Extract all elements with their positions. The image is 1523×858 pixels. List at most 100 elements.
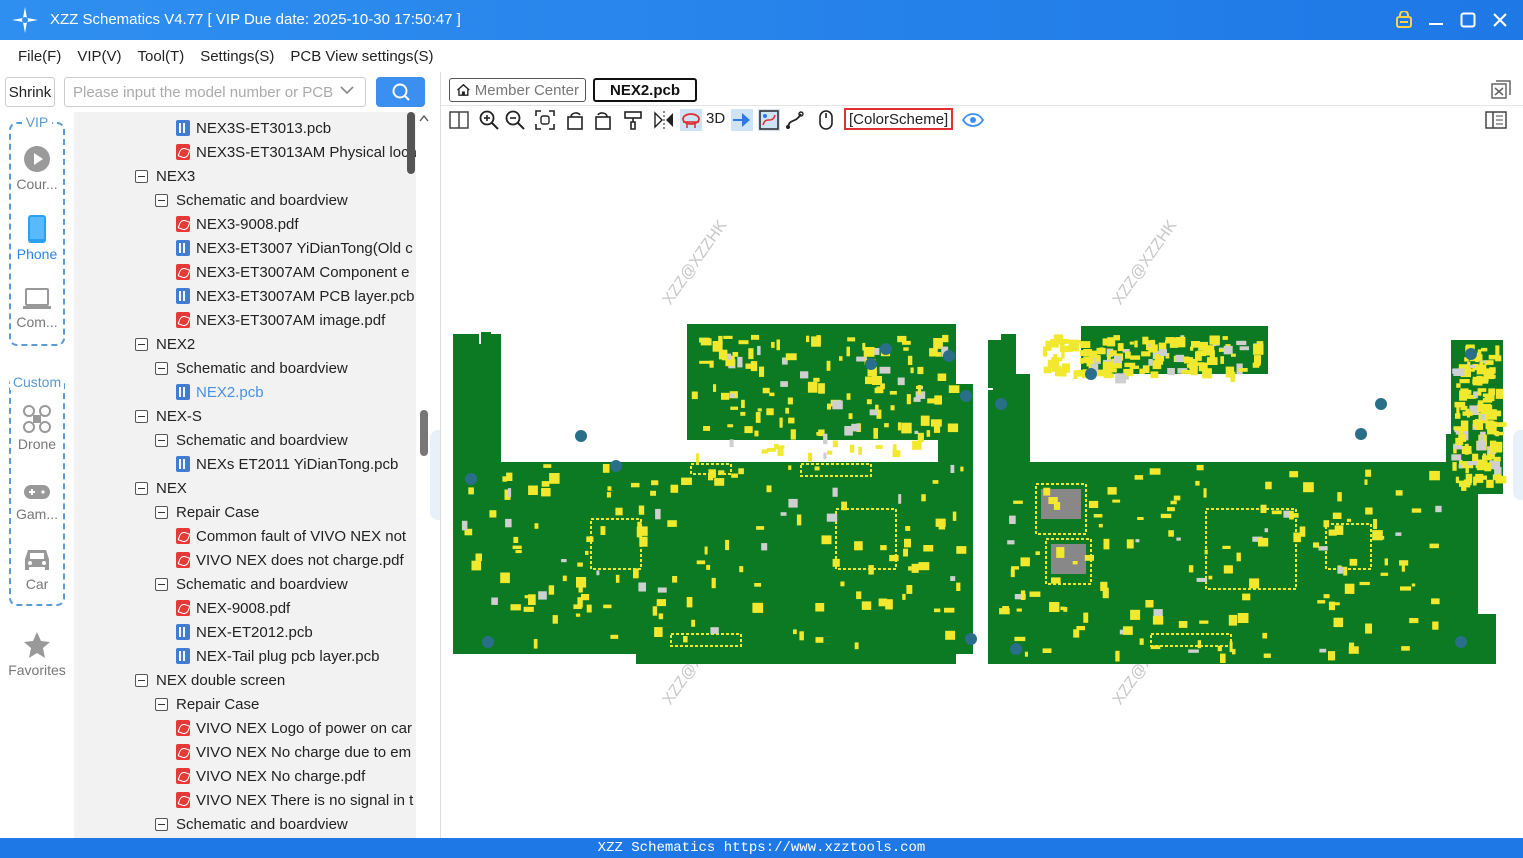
shrink-button[interactable]: Shrink bbox=[5, 77, 55, 107]
pcb-pad bbox=[1217, 645, 1222, 652]
minimize-button[interactable] bbox=[1425, 8, 1447, 32]
tree-file-item[interactable]: NEX3-ET3007AM PCB layer.pcb bbox=[176, 284, 414, 308]
pcb-mounting-hole bbox=[465, 473, 477, 485]
tree-folder-node[interactable]: Schematic and boardview bbox=[155, 428, 348, 452]
collapse-toggle-icon[interactable] bbox=[155, 697, 168, 711]
menu-pcb-view-settings[interactable]: PCB View settings(S) bbox=[282, 48, 441, 65]
pcb-board-view[interactable] bbox=[441, 134, 1523, 838]
tree-file-item[interactable]: NEX3-ET3007 YiDianTong(Old c bbox=[176, 236, 413, 260]
tree-file-item[interactable]: VIVO NEX does not charge.pdf bbox=[176, 548, 404, 572]
collapse-toggle-icon[interactable] bbox=[135, 169, 148, 183]
pcb-pad bbox=[1465, 473, 1473, 483]
collapse-toggle-icon[interactable] bbox=[155, 361, 168, 375]
menu-tool[interactable]: Tool(T) bbox=[130, 48, 193, 65]
collapse-toggle-icon[interactable] bbox=[155, 433, 168, 447]
eye-icon[interactable] bbox=[962, 109, 984, 131]
split-view-icon[interactable] bbox=[448, 109, 470, 131]
tree-file-item[interactable]: VIVO NEX There is no signal in t bbox=[176, 788, 413, 812]
pcb-canvas[interactable]: XZZ@XZZHK XZZ@XZZHK XZZ@XZZHK XZZ@XZZHK bbox=[441, 134, 1523, 838]
rail-item-game[interactable]: Gam... bbox=[0, 480, 74, 522]
tree-file-item[interactable]: NEXs ET2011 YiDianTong.pcb bbox=[176, 452, 398, 476]
tree-file-item[interactable]: NEX3S-ET3013.pcb bbox=[176, 116, 331, 140]
rail-item-computer[interactable]: Com... bbox=[0, 286, 74, 330]
fit-screen-icon[interactable] bbox=[534, 109, 556, 131]
tree-file-item[interactable]: VIVO NEX Logo of power on car bbox=[176, 716, 412, 740]
rail-item-favorites[interactable]: Favorites bbox=[0, 630, 74, 678]
rail-item-phone[interactable]: Phone bbox=[0, 214, 74, 262]
tree-folder-node[interactable]: NEX-S bbox=[135, 404, 202, 428]
pcb-file-icon bbox=[176, 288, 190, 304]
tree-file-item[interactable]: NEX2.pcb bbox=[176, 380, 264, 404]
mirror-icon[interactable] bbox=[653, 109, 675, 131]
collapse-toggle-icon[interactable] bbox=[155, 817, 168, 831]
tree-file-item[interactable]: NEX-9008.pdf bbox=[176, 596, 290, 620]
tree-folder-node[interactable]: Schematic and boardview bbox=[155, 812, 348, 836]
collapse-toggle-icon[interactable] bbox=[135, 673, 148, 687]
tree-file-item[interactable]: VIVO NEX No charge.pdf bbox=[176, 764, 365, 788]
collapse-right-panel-tab[interactable] bbox=[1513, 430, 1523, 500]
tree-folder-node[interactable]: NEX double screen bbox=[135, 668, 285, 692]
zoom-out-icon[interactable] bbox=[504, 109, 526, 131]
collapse-toggle-icon[interactable] bbox=[135, 337, 148, 351]
rotate-right-icon[interactable] bbox=[592, 109, 614, 131]
collapse-toggle-icon[interactable] bbox=[155, 193, 168, 207]
mouse-icon[interactable] bbox=[815, 109, 837, 131]
tree-file-item[interactable]: NEX3-9008.pdf bbox=[176, 212, 299, 236]
tree-folder-node[interactable]: Schematic and boardview bbox=[155, 356, 348, 380]
net-highlight-icon[interactable] bbox=[758, 109, 780, 131]
scroll-up-icon[interactable] bbox=[419, 114, 429, 122]
tree-folder-node[interactable]: NEX3 bbox=[135, 164, 195, 188]
tree-file-item[interactable]: NEX-Tail plug pcb layer.pcb bbox=[176, 644, 379, 668]
menu-file[interactable]: File(F) bbox=[10, 48, 69, 65]
pcb-pad bbox=[534, 523, 539, 529]
tree-file-item[interactable]: VIVO NEX No charge due to em bbox=[176, 740, 411, 764]
tree-folder-node[interactable]: Repair Case bbox=[155, 692, 259, 716]
tree-file-item[interactable]: NEX3-ET3007AM Component e bbox=[176, 260, 409, 284]
tree-file-item[interactable]: Common fault of VIVO NEX not bbox=[176, 524, 406, 548]
pcb-pad bbox=[1495, 355, 1502, 362]
tree-file-item[interactable]: NEX3-ET3007AM image.pdf bbox=[176, 308, 385, 332]
pcb-pad bbox=[1148, 359, 1153, 366]
tree-file-item[interactable]: NEX3S-ET3013AM Physical loca bbox=[176, 140, 416, 164]
tab-member-center[interactable]: Member Center bbox=[449, 78, 586, 102]
tree-folder-node[interactable]: NEX2 bbox=[135, 332, 195, 356]
3d-view-button[interactable]: 3D bbox=[706, 110, 725, 127]
pcb-pad bbox=[1083, 349, 1092, 357]
collapse-toggle-icon[interactable] bbox=[155, 577, 168, 591]
side-panel-toggle-icon[interactable] bbox=[1485, 109, 1507, 131]
tree-folder-node[interactable]: Schematic and boardview bbox=[155, 188, 348, 212]
rail-item-car[interactable]: Car bbox=[0, 546, 74, 592]
tree-file-item[interactable]: NEX-ET2012.pcb bbox=[176, 620, 313, 644]
collapse-toggle-icon[interactable] bbox=[135, 481, 148, 495]
zoom-in-icon[interactable] bbox=[478, 109, 500, 131]
tree-folder-node[interactable]: NEX bbox=[135, 476, 187, 500]
rail-item-courses[interactable]: Cour... bbox=[0, 144, 74, 192]
panel-splitter-handle[interactable] bbox=[420, 410, 428, 456]
menu-settings[interactable]: Settings(S) bbox=[192, 48, 282, 65]
lock-icon[interactable] bbox=[1393, 8, 1415, 32]
search-input[interactable] bbox=[64, 77, 366, 107]
trace-icon[interactable] bbox=[784, 109, 806, 131]
tab-nex2-pcb[interactable]: NEX2.pcb bbox=[593, 78, 697, 102]
collapse-left-panel-tab[interactable] bbox=[430, 430, 440, 520]
tree-folder-node[interactable]: Schematic and boardview bbox=[155, 572, 348, 596]
pcb-mounting-hole bbox=[865, 358, 877, 370]
rotate-left-icon[interactable] bbox=[564, 109, 586, 131]
color-scheme-button[interactable]: [ColorScheme] bbox=[844, 108, 954, 130]
close-button[interactable] bbox=[1489, 8, 1511, 32]
maximize-button[interactable] bbox=[1457, 8, 1479, 32]
collapse-toggle-icon[interactable] bbox=[135, 409, 148, 423]
tree-scrollbar-thumb[interactable] bbox=[407, 112, 415, 174]
collapse-toggle-icon[interactable] bbox=[155, 505, 168, 519]
chevron-down-icon[interactable] bbox=[340, 85, 354, 95]
search-button[interactable] bbox=[376, 77, 425, 107]
pin-icon[interactable] bbox=[731, 109, 753, 131]
close-all-tabs-icon[interactable] bbox=[1491, 80, 1511, 100]
paint-brush-icon[interactable] bbox=[622, 109, 644, 131]
menu-vip[interactable]: VIP(V) bbox=[69, 48, 129, 65]
rail-item-drone[interactable]: Drone bbox=[0, 404, 74, 452]
flip-board-icon[interactable] bbox=[680, 109, 702, 131]
tree-item-label: VIVO NEX There is no signal in t bbox=[196, 791, 414, 809]
pcb-pad bbox=[1159, 349, 1167, 356]
tree-folder-node[interactable]: Repair Case bbox=[155, 500, 259, 524]
